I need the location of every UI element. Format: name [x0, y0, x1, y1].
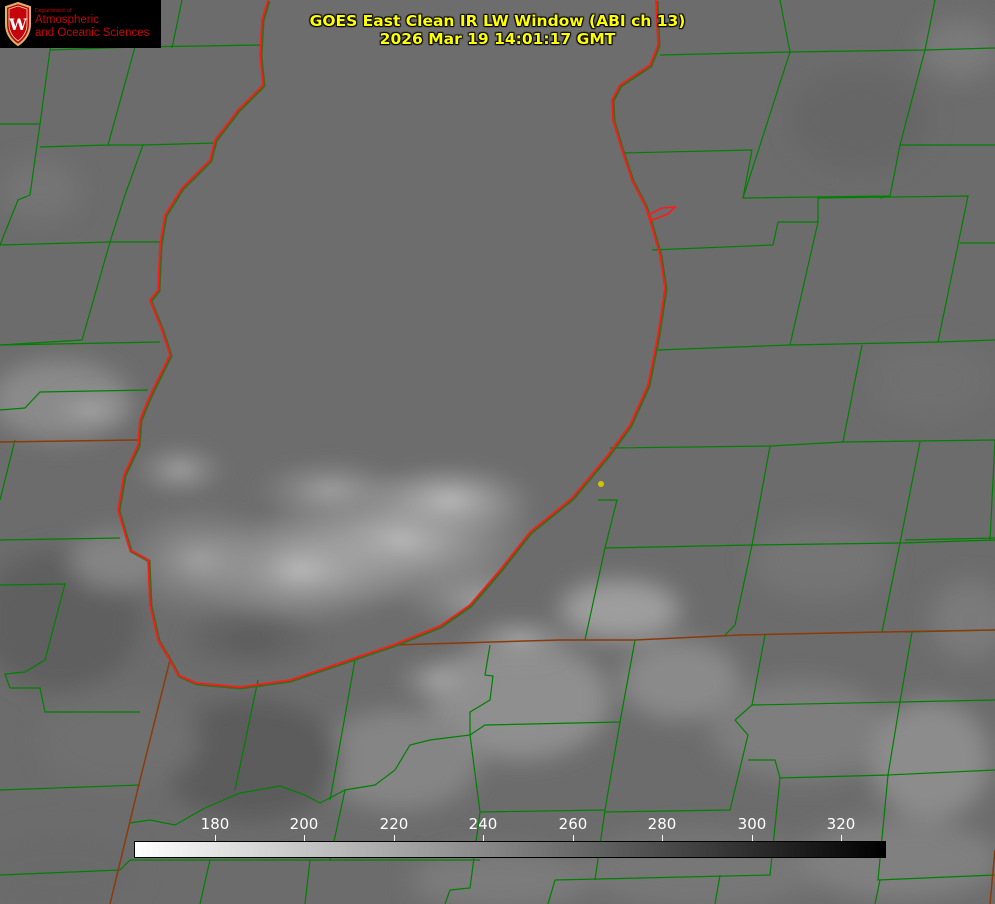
colorbar-tick-label: 240	[468, 815, 498, 833]
colorbar-tick-label: 320	[826, 815, 856, 833]
title-line-2: 2026 Mar 19 14:01:17 GMT	[379, 30, 616, 48]
satellite-ir-map	[0, 0, 995, 904]
colorbar-tick-label: 200	[289, 815, 319, 833]
colorbar-tick-label: 300	[737, 815, 767, 833]
colorbar-tick-mark	[215, 835, 216, 841]
colorbar-tick-label: 260	[558, 815, 588, 833]
colorbar-tick-label: 180	[200, 815, 230, 833]
colorbar-tick-mark	[752, 835, 753, 841]
colorbar-tick-mark	[573, 835, 574, 841]
colorbar-tick-label: 280	[647, 815, 677, 833]
colorbar-tick-mark	[394, 835, 395, 841]
colorbar-tick-mark	[662, 835, 663, 841]
colorbar-tick-label: 220	[379, 815, 409, 833]
location-marker	[598, 481, 604, 487]
colorbar-tick-mark	[841, 835, 842, 841]
image-title: GOES East Clean IR LW Window (ABI ch 13)…	[0, 12, 995, 48]
title-line-1: GOES East Clean IR LW Window (ABI ch 13)	[309, 12, 686, 30]
temperature-colorbar	[134, 841, 886, 858]
colorbar-tick-mark	[304, 835, 305, 841]
satellite-map-viewer: W Department of Atmospheric and Oceanic …	[0, 0, 995, 904]
colorbar-tick-mark	[483, 835, 484, 841]
